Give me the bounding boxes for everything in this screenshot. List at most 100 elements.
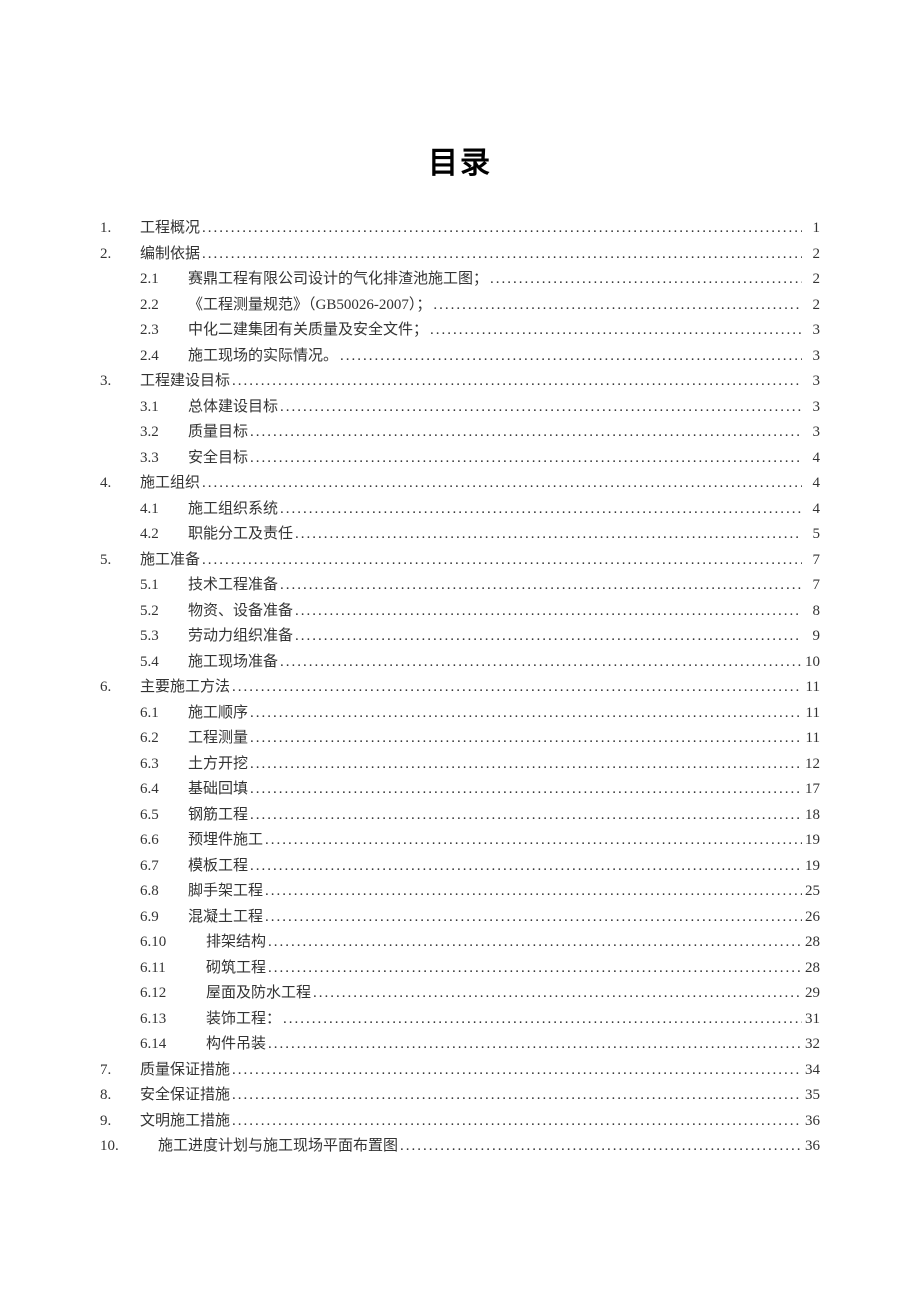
toc-number: 6.7 [140, 854, 188, 878]
toc-number: 4.1 [140, 497, 188, 521]
toc-leader-dots [248, 701, 802, 725]
toc-entry[interactable]: 9.文明施工措施 36 [100, 1109, 820, 1133]
toc-number: 6.2 [140, 726, 188, 750]
toc-number: 5. [100, 548, 140, 572]
toc-entry[interactable]: 3.工程建设目标3 [100, 369, 820, 393]
toc-number: 2.3 [140, 318, 188, 342]
toc-number: 6.13 [140, 1007, 188, 1031]
toc-title: 基础回填 [188, 777, 248, 801]
toc-entry[interactable]: 4.施工组织4 [100, 471, 820, 495]
toc-entry[interactable]: 10.施工进度计划与施工现场平面布置图36 [100, 1134, 820, 1158]
toc-title: 混凝土工程 [188, 905, 263, 929]
toc-entry[interactable]: 6.13装饰工程：31 [100, 1007, 820, 1031]
toc-leader-dots [278, 650, 802, 674]
toc-entry[interactable]: 5.1技术工程准备7 [100, 573, 820, 597]
toc-number: 6.6 [140, 828, 188, 852]
toc-number: 5.3 [140, 624, 188, 648]
toc-entry[interactable]: 4.2职能分工及责任5 [100, 522, 820, 546]
toc-leader-dots [200, 242, 802, 266]
toc-number: 9. [100, 1109, 140, 1133]
toc-number: 2. [100, 242, 140, 266]
toc-entry[interactable]: 6.主要施工方法 11 [100, 675, 820, 699]
toc-entry[interactable]: 6.7模板工程19 [100, 854, 820, 878]
toc-page-number: 2 [802, 267, 820, 291]
toc-entry[interactable]: 4.1施工组织系统 4 [100, 497, 820, 521]
toc-number: 2.1 [140, 267, 188, 291]
toc-entry[interactable]: 8.安全保证措施35 [100, 1083, 820, 1107]
toc-title: 排架结构 [188, 930, 266, 954]
toc-entry[interactable]: 6.14构件吊装32 [100, 1032, 820, 1056]
toc-entry[interactable]: 2.2《工程测量规范》（GB50026-2007）；2 [100, 293, 820, 317]
toc-entry[interactable]: 5.4施工现场准备10 [100, 650, 820, 674]
toc-page-number: 11 [802, 701, 820, 725]
toc-page-number: 3 [802, 318, 820, 342]
toc-entry[interactable]: 3.1总体建设目标3 [100, 395, 820, 419]
toc-page-number: 34 [802, 1058, 820, 1082]
toc-number: 2.2 [140, 293, 188, 317]
toc-page-number: 32 [802, 1032, 820, 1056]
toc-leader-dots [263, 879, 802, 903]
toc-entry[interactable]: 2.4施工现场的实际情况。3 [100, 344, 820, 368]
toc-page-number: 4 [802, 497, 820, 521]
toc-number: 6. [100, 675, 140, 699]
toc-leader-dots [248, 777, 802, 801]
toc-title: 劳动力组织准备 [188, 624, 293, 648]
toc-entry[interactable]: 6.11砌筑工程28 [100, 956, 820, 980]
toc-entry[interactable]: 1.工程概况1 [100, 216, 820, 240]
toc-entry[interactable]: 6.2工程测量11 [100, 726, 820, 750]
toc-page-number: 4 [802, 471, 820, 495]
toc-entry[interactable]: 6.6预埋件施工19 [100, 828, 820, 852]
toc-entry[interactable]: 6.3土方开挖12 [100, 752, 820, 776]
toc-title: 文明施工措施 [140, 1109, 230, 1133]
toc-entry[interactable]: 6.5钢筋工程18 [100, 803, 820, 827]
toc-title: 施工顺序 [188, 701, 248, 725]
toc-entry[interactable]: 6.9混凝土工程26 [100, 905, 820, 929]
toc-page-number: 26 [802, 905, 820, 929]
toc-number: 6.3 [140, 752, 188, 776]
table-of-contents: 1.工程概况12.编制依据22.1赛鼎工程有限公司设计的气化排渣池施工图；22.… [100, 216, 820, 1158]
toc-title: 编制依据 [140, 242, 200, 266]
toc-leader-dots [428, 318, 802, 342]
toc-entry[interactable]: 5.2物资、设备准备8 [100, 599, 820, 623]
toc-title: 施工组织系统 [188, 497, 278, 521]
toc-leader-dots [311, 981, 802, 1005]
toc-leader-dots [248, 854, 802, 878]
toc-page-number: 28 [802, 930, 820, 954]
toc-number: 5.4 [140, 650, 188, 674]
toc-number: 6.4 [140, 777, 188, 801]
toc-page-number: 36 [802, 1134, 820, 1158]
toc-entry[interactable]: 6.10排架结构28 [100, 930, 820, 954]
toc-leader-dots [266, 930, 802, 954]
toc-leader-dots [248, 726, 802, 750]
toc-leader-dots [230, 675, 802, 699]
toc-entry[interactable]: 2.1赛鼎工程有限公司设计的气化排渣池施工图；2 [100, 267, 820, 291]
toc-entry[interactable]: 6.4基础回填17 [100, 777, 820, 801]
toc-leader-dots [293, 522, 802, 546]
toc-leader-dots [398, 1134, 802, 1158]
toc-entry[interactable]: 6.12屋面及防水工程29 [100, 981, 820, 1005]
toc-title: 构件吊装 [188, 1032, 266, 1056]
toc-entry[interactable]: 2.编制依据2 [100, 242, 820, 266]
toc-page-number: 11 [802, 675, 820, 699]
toc-entry[interactable]: 5.3劳动力组织准备9 [100, 624, 820, 648]
toc-number: 6.1 [140, 701, 188, 725]
toc-leader-dots [431, 293, 802, 317]
toc-number: 4. [100, 471, 140, 495]
toc-page-number: 36 [802, 1109, 820, 1133]
toc-entry[interactable]: 6.1施工顺序 11 [100, 701, 820, 725]
toc-title: 预埋件施工 [188, 828, 263, 852]
toc-title: 工程建设目标 [140, 369, 230, 393]
toc-entry[interactable]: 5.施工准备7 [100, 548, 820, 572]
toc-leader-dots [293, 599, 802, 623]
toc-title: 主要施工方法 [140, 675, 230, 699]
toc-number: 6.8 [140, 879, 188, 903]
toc-entry[interactable]: 2.3中化二建集团有关质量及安全文件； 3 [100, 318, 820, 342]
toc-leader-dots [263, 828, 802, 852]
toc-number: 2.4 [140, 344, 188, 368]
toc-page-number: 5 [802, 522, 820, 546]
toc-entry[interactable]: 6.8脚手架工程25 [100, 879, 820, 903]
toc-entry[interactable]: 3.2质量目标3 [100, 420, 820, 444]
toc-entry[interactable]: 3.3安全目标4 [100, 446, 820, 470]
toc-entry[interactable]: 7.质量保证措施34 [100, 1058, 820, 1082]
toc-title: 中化二建集团有关质量及安全文件； [188, 318, 428, 342]
